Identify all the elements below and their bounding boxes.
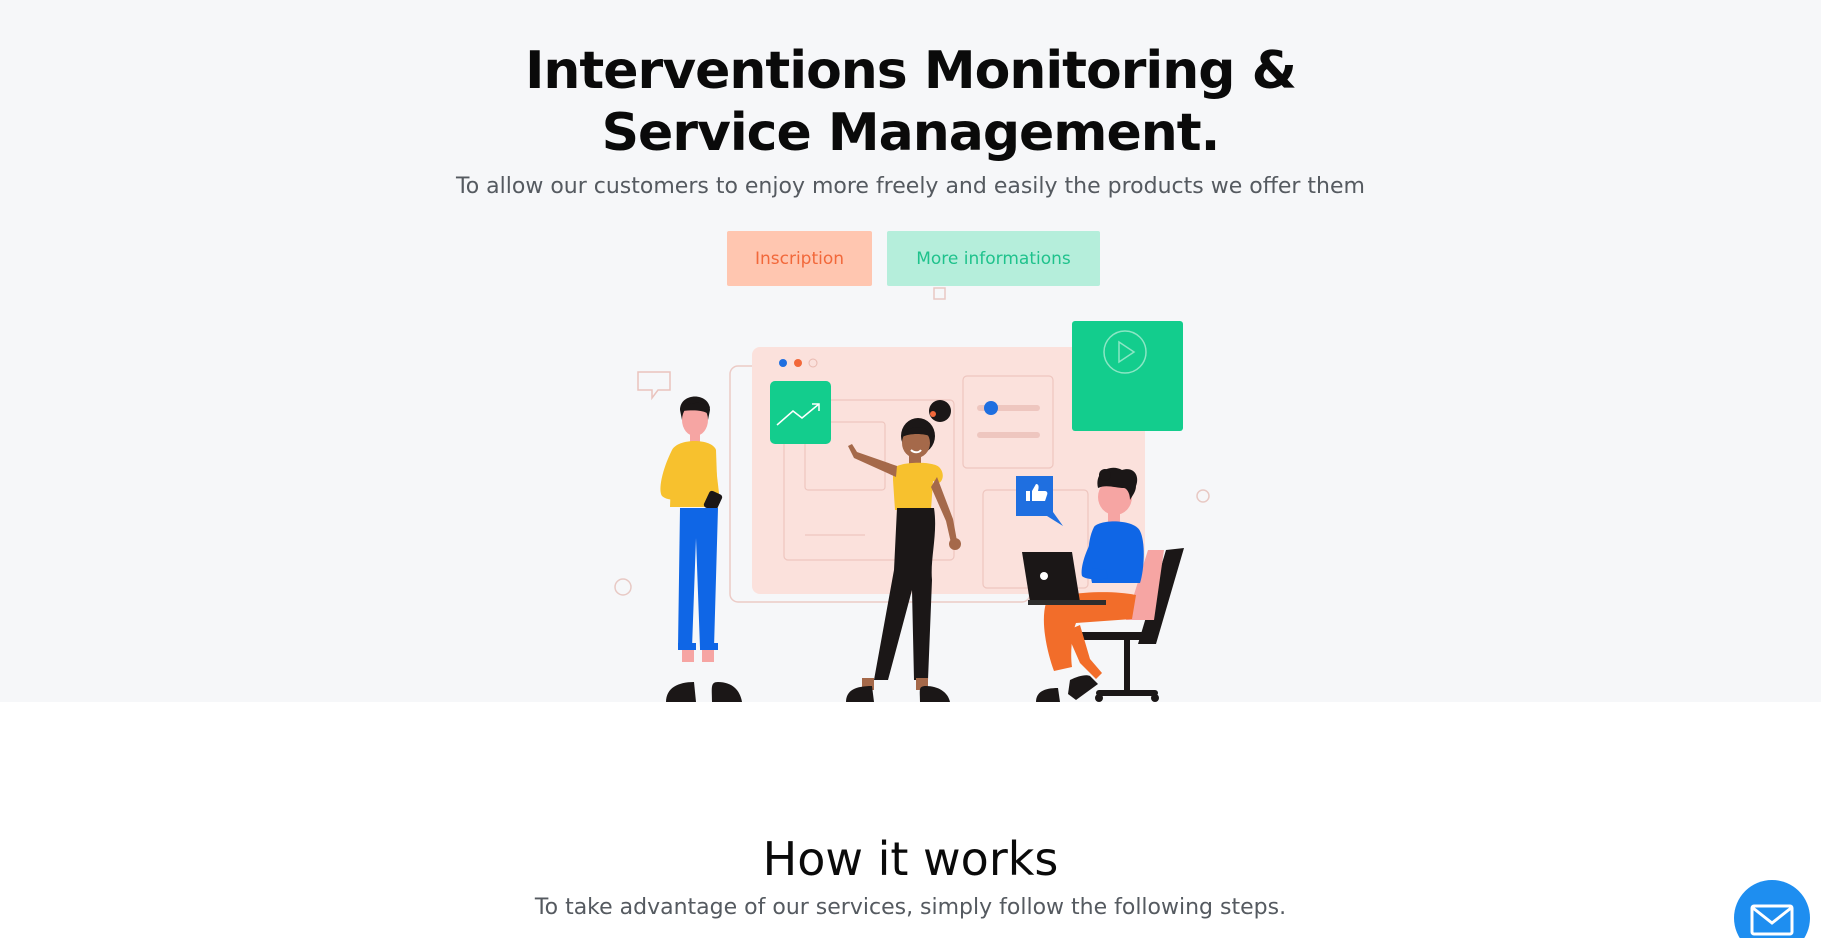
decor-square-icon [933,287,946,300]
play-icon [1072,321,1183,431]
contact-mail-button[interactable] [1734,880,1810,938]
inscription-button[interactable]: Inscription [727,231,872,286]
hero-title-line-2: Service Management. [601,103,1221,163]
trend-chart-icon [770,381,831,444]
how-it-works-subtitle: To take advantage of our services, simpl… [534,895,1287,920]
how-it-works-title: How it works [762,832,1059,886]
hero-title-line-1: Interventions Monitoring & [525,41,1297,101]
envelope-icon [1750,904,1794,936]
hero-section: Interventions Monitoring & Service Manag… [0,0,1821,702]
hero-subtitle: To allow our customers to enjoy more fre… [456,174,1365,199]
speech-bubble-icon [637,371,671,401]
decor-circle-icon [614,578,632,596]
decor-circle-icon [1196,489,1210,503]
hero-title: Interventions Monitoring & Service Manag… [0,40,1821,164]
more-informations-button[interactable]: More informations [887,231,1100,286]
hero-illustration [614,287,1210,702]
